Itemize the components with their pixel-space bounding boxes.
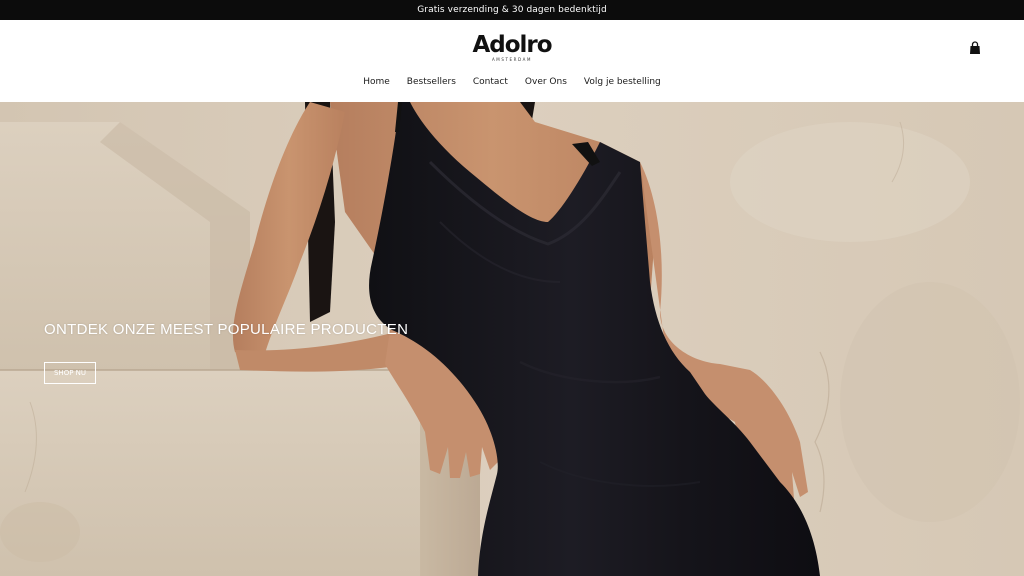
shopping-bag-icon[interactable] [969,40,981,54]
logo-subtext: AMSTERDAM [491,57,533,62]
main-navigation: Home Bestsellers Contact Over Ons Volg j… [0,77,1024,87]
hero-image [0,102,1024,576]
announcement-text: Gratis verzending & 30 dagen bedenktijd [417,5,607,15]
hero-banner: ONTDEK ONZE MEEST POPULAIRE PRODUCTEN SH… [0,102,1024,576]
nav-contact[interactable]: Contact [473,77,508,87]
announcement-bar: Gratis verzending & 30 dagen bedenktijd [0,0,1024,20]
nav-home[interactable]: Home [363,77,390,87]
shopping-bag-icon-graphic [970,41,980,54]
nav-bestsellers[interactable]: Bestsellers [407,77,456,87]
shop-now-button[interactable]: SHOP NU [44,362,96,384]
hero-title: ONTDEK ONZE MEEST POPULAIRE PRODUCTEN [44,321,409,338]
brand-logo[interactable]: Adolro AMSTERDAM [0,32,1024,62]
logo-text: Adolro [472,32,552,58]
nav-volg-je-bestelling[interactable]: Volg je bestelling [584,77,661,87]
site-header: Adolro AMSTERDAM Home Bestsellers Contac… [0,20,1024,102]
nav-over-ons[interactable]: Over Ons [525,77,567,87]
